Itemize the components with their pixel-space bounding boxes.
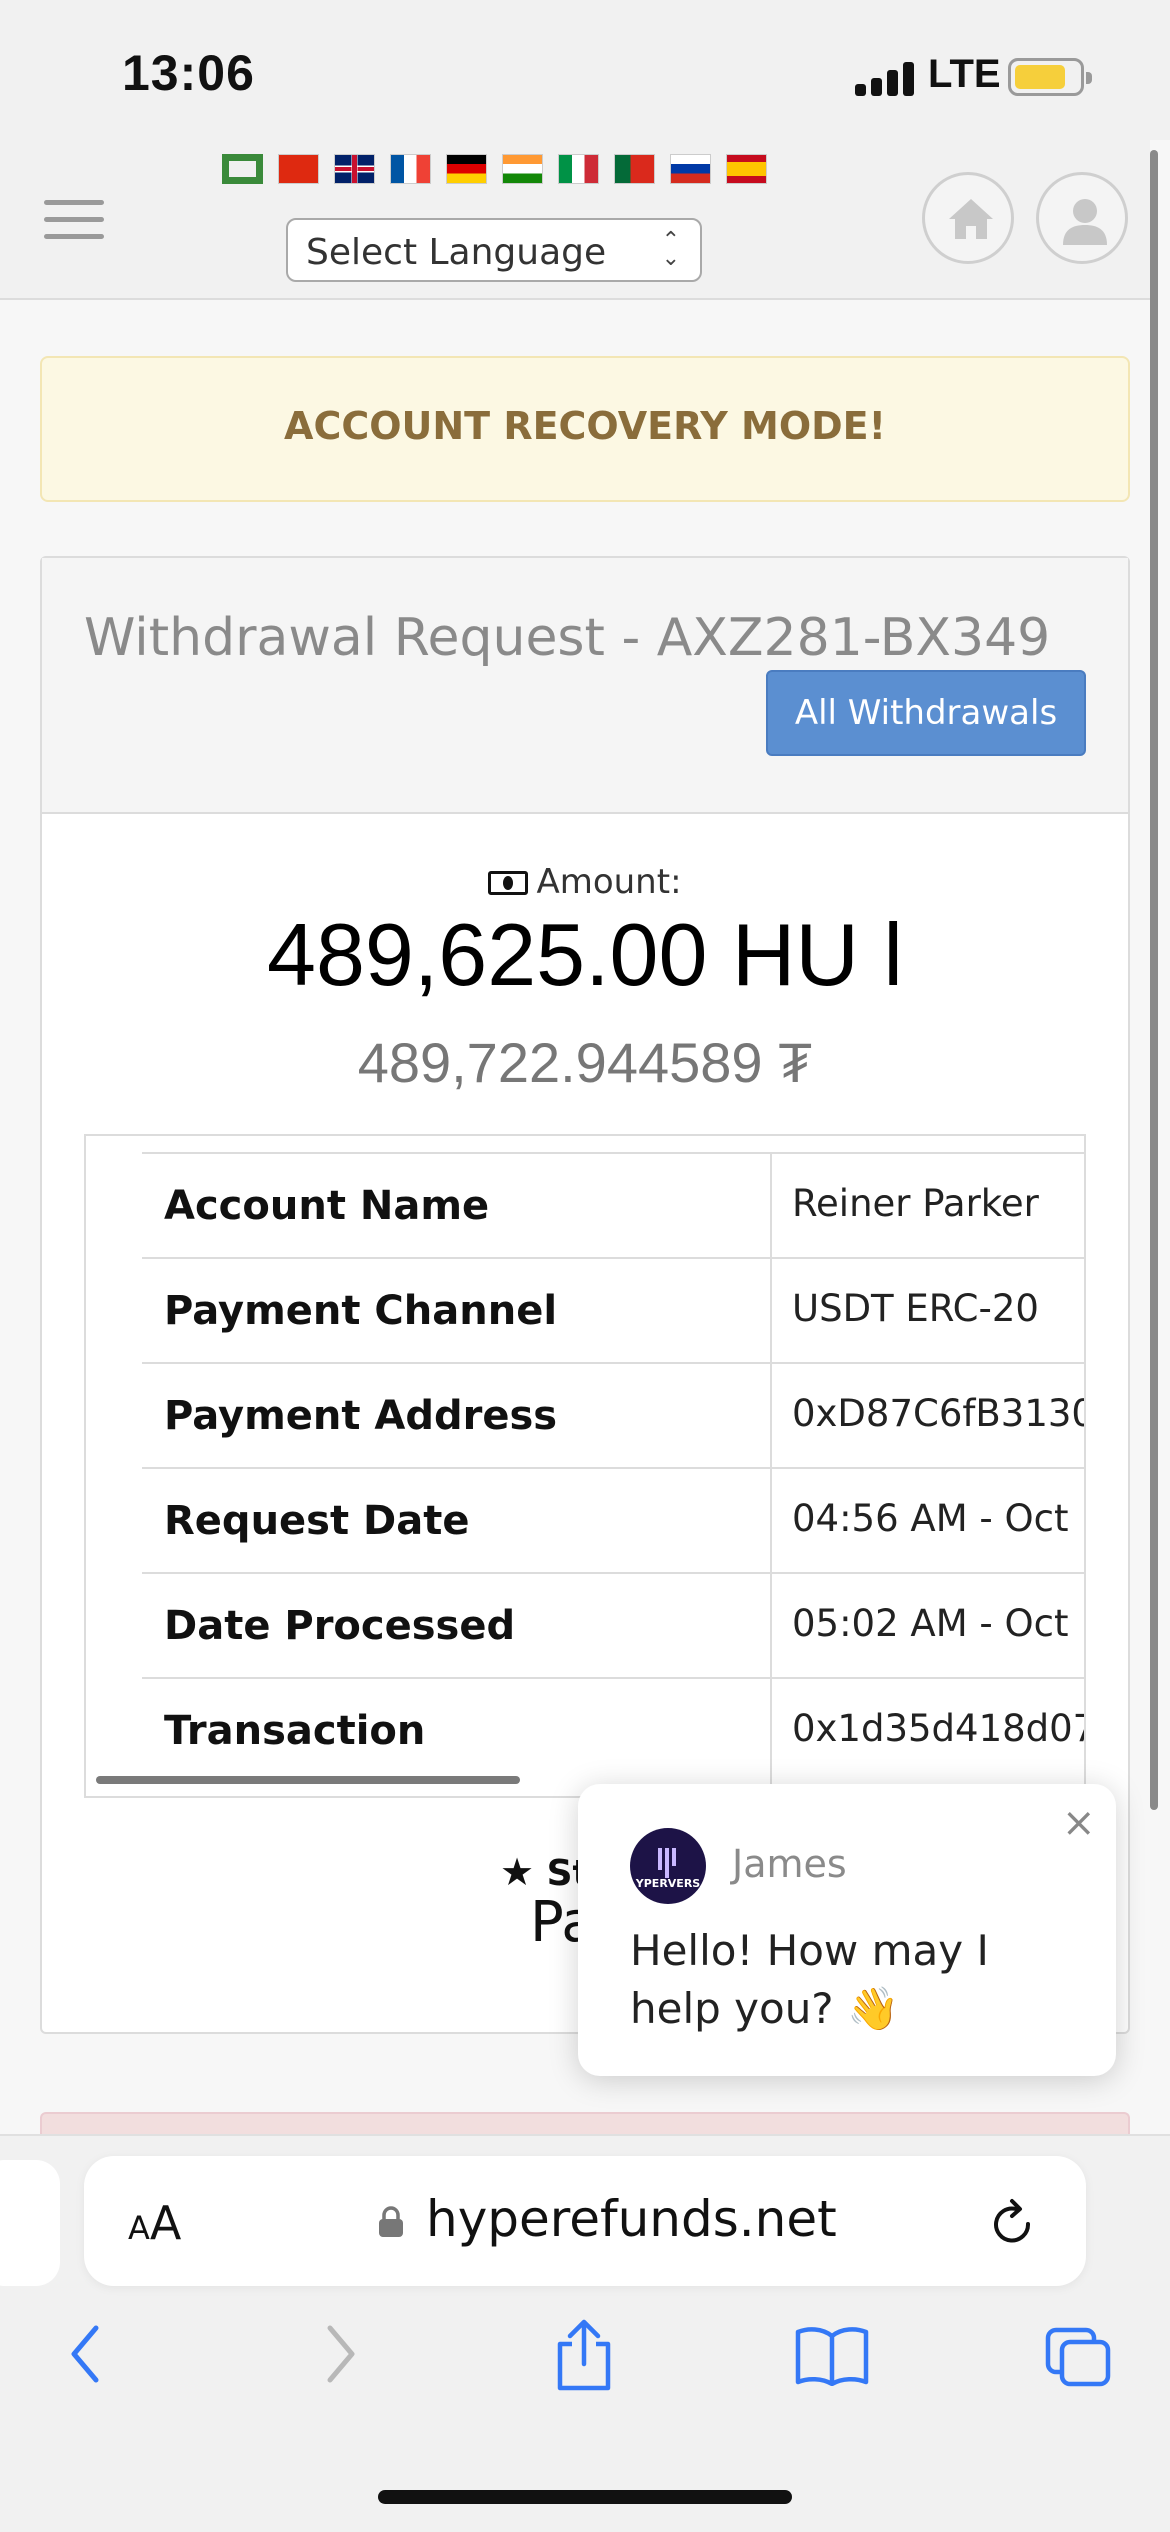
all-withdrawals-button[interactable]: All Withdrawals <box>766 670 1086 756</box>
share-icon[interactable] <box>552 2318 616 2392</box>
forward-icon[interactable] <box>318 2322 362 2386</box>
flag-icon-hindi[interactable] <box>502 154 543 184</box>
chevron-updown-icon: ⌃ ⌄ <box>661 228 680 271</box>
row-key: Account Name <box>142 1154 772 1259</box>
row-key: Date Processed <box>142 1574 772 1679</box>
table-row: Payment Channel USDT ERC-20 <box>142 1257 1084 1364</box>
table-scrollbar[interactable] <box>96 1776 520 1784</box>
table-row: Transaction Hash/Reference 0x1d35d418d07… <box>142 1677 1084 1784</box>
row-value: 05:02 AM - Oct 1 <box>792 1602 1086 1645</box>
home-icon <box>949 199 993 239</box>
language-select-label: Select Language <box>306 232 607 273</box>
chat-agent-name: James <box>732 1842 847 1886</box>
flag-icon-italian[interactable] <box>558 154 599 184</box>
close-icon[interactable]: × <box>1062 1800 1096 1846</box>
amount-value: 489,625.00 HU l <box>267 905 903 1004</box>
battery-icon <box>1008 58 1092 96</box>
details-table[interactable]: Account Name Reiner Parker Payment Chann… <box>84 1134 1086 1798</box>
home-indicator[interactable] <box>378 2490 792 2504</box>
reload-icon[interactable] <box>990 2196 1036 2246</box>
panel-title: Withdrawal Request - AXZ281-BX349 <box>84 608 1051 668</box>
avatar-text: YPERVERS <box>635 1877 701 1890</box>
flag-icon-russian[interactable] <box>670 154 711 184</box>
previous-tab-peek[interactable] <box>0 2160 60 2286</box>
aa-small: A <box>128 2209 150 2247</box>
flag-icon-chinese[interactable] <box>278 154 319 184</box>
row-key: Transaction Hash/Reference <box>142 1679 772 1784</box>
network-type: LTE <box>928 52 1001 96</box>
home-button[interactable] <box>922 172 1014 264</box>
language-flags <box>222 154 767 188</box>
row-value: USDT ERC-20 <box>792 1287 1039 1330</box>
flag-icon-german[interactable] <box>446 154 487 184</box>
status-label: ★ St <box>500 1850 590 1894</box>
flag-icon-english[interactable] <box>334 154 375 184</box>
row-key: Payment Address <box>142 1364 772 1469</box>
row-key: Request Date <box>142 1469 772 1574</box>
signal-icon <box>855 62 915 96</box>
table-row: Date Processed 05:02 AM - Oct 1 <box>142 1572 1086 1679</box>
flag-icon-french[interactable] <box>390 154 431 184</box>
table-row: Payment Address 0xD87C6fB3130: <box>142 1362 1086 1469</box>
url-text[interactable]: hyperefunds.net <box>426 2190 837 2248</box>
money-icon <box>488 871 529 895</box>
lock-icon <box>379 2206 403 2237</box>
user-icon <box>1063 199 1107 245</box>
recovery-alert-text: ACCOUNT RECOVERY MODE! <box>284 404 886 448</box>
table-row: Account Name Reiner Parker <box>142 1152 1084 1259</box>
row-key: Payment Channel <box>142 1259 772 1364</box>
star-icon: ★ <box>500 1850 535 1894</box>
tabs-icon[interactable] <box>1044 2326 1114 2390</box>
avatar: YPERVERS <box>630 1828 706 1904</box>
profile-button[interactable] <box>1036 172 1128 264</box>
row-value: Reiner Parker <box>792 1182 1039 1225</box>
flag-icon-spanish[interactable] <box>726 154 767 184</box>
row-value: 0x1d35d418d075 <box>792 1707 1084 1750</box>
flag-icon-arabic[interactable] <box>222 154 263 184</box>
language-select[interactable]: Select Language ⌃ ⌄ <box>286 218 702 282</box>
row-value: 0xD87C6fB3130: <box>792 1392 1086 1435</box>
aa-large: A <box>149 2196 182 2250</box>
status-time: 13:06 <box>122 45 255 101</box>
amount-label: Amount: <box>0 862 1170 902</box>
amount-usdt-value: 489,722.944589 ₮ <box>357 1031 813 1094</box>
table-row: Request Date 04:56 AM - Oct 1 <box>142 1467 1086 1574</box>
flag-icon-portuguese[interactable] <box>614 154 655 184</box>
chat-message[interactable]: Hello! How may I help you? 👋 <box>630 1922 1070 2038</box>
bookmarks-icon[interactable] <box>794 2326 870 2386</box>
amount-label-text: Amount: <box>536 862 682 902</box>
row-value: 04:56 AM - Oct 1 <box>792 1497 1086 1540</box>
back-icon[interactable] <box>64 2322 108 2386</box>
reader-aa-button[interactable]: AA <box>128 2196 181 2250</box>
menu-icon[interactable] <box>44 200 104 240</box>
